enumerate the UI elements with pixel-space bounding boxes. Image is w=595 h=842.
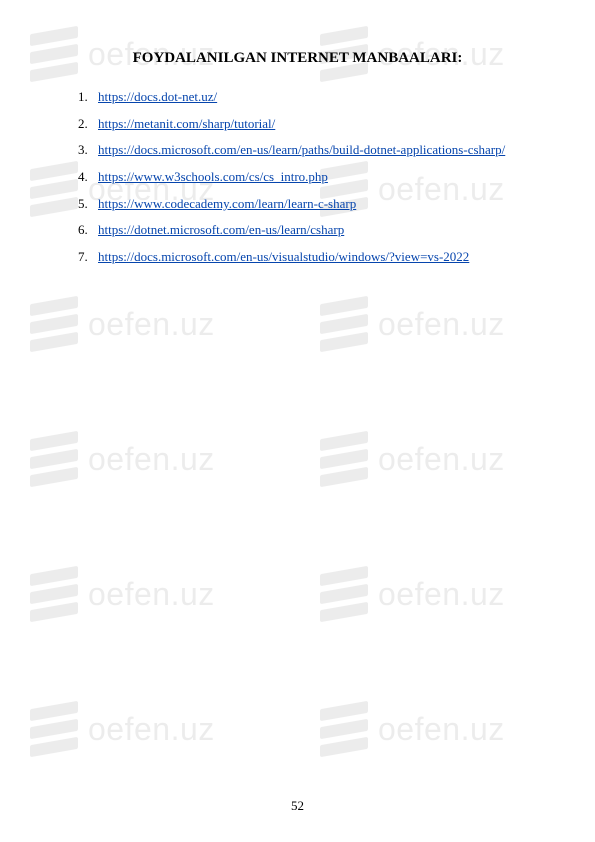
- reference-link[interactable]: https://www.w3schools.com/cs/cs_intro.ph…: [98, 165, 328, 190]
- stack-icon: [320, 300, 368, 348]
- watermark-text: oefen.uz: [378, 306, 505, 343]
- reference-link[interactable]: https://www.codecademy.com/learn/learn-c…: [98, 192, 356, 217]
- list-item: 2. https://metanit.com/sharp/tutorial/: [78, 112, 535, 137]
- stack-icon: [30, 300, 78, 348]
- list-item: 1. https://docs.dot-net.uz/: [78, 85, 535, 110]
- stack-icon: [320, 570, 368, 618]
- document-content: FOYDALANILGAN INTERNET MANBAALARI: 1. ht…: [0, 0, 595, 270]
- list-item: 5. https://www.codecademy.com/learn/lear…: [78, 192, 535, 217]
- list-item-number: 6.: [78, 218, 98, 243]
- watermark-text: oefen.uz: [88, 441, 215, 478]
- reference-link[interactable]: https://docs.microsoft.com/en-us/learn/p…: [98, 138, 505, 163]
- reference-link[interactable]: https://docs.dot-net.uz/: [98, 85, 217, 110]
- stack-icon: [30, 435, 78, 483]
- list-item: 4. https://www.w3schools.com/cs/cs_intro…: [78, 165, 535, 190]
- references-list: 1. https://docs.dot-net.uz/ 2. https://m…: [60, 85, 535, 270]
- page-number: 52: [0, 798, 595, 814]
- watermark-text: oefen.uz: [88, 306, 215, 343]
- list-item-number: 2.: [78, 112, 98, 137]
- watermark-text: oefen.uz: [88, 711, 215, 748]
- list-item-number: 3.: [78, 138, 98, 163]
- list-item-number: 4.: [78, 165, 98, 190]
- reference-link[interactable]: https://metanit.com/sharp/tutorial/: [98, 112, 275, 137]
- list-item-number: 7.: [78, 245, 98, 270]
- stack-icon: [30, 705, 78, 753]
- watermark-text: oefen.uz: [88, 576, 215, 613]
- list-item: 6. https://dotnet.microsoft.com/en-us/le…: [78, 218, 535, 243]
- stack-icon: [320, 435, 368, 483]
- watermark-text: oefen.uz: [378, 441, 505, 478]
- reference-link[interactable]: https://docs.microsoft.com/en-us/visuals…: [98, 245, 469, 270]
- page-title: FOYDALANILGAN INTERNET MANBAALARI:: [60, 50, 535, 67]
- list-item: 7. https://docs.microsoft.com/en-us/visu…: [78, 245, 535, 270]
- watermark-text: oefen.uz: [378, 576, 505, 613]
- stack-icon: [320, 705, 368, 753]
- list-item-number: 5.: [78, 192, 98, 217]
- watermark-text: oefen.uz: [378, 711, 505, 748]
- list-item: 3. https://docs.microsoft.com/en-us/lear…: [78, 138, 535, 163]
- reference-link[interactable]: https://dotnet.microsoft.com/en-us/learn…: [98, 218, 344, 243]
- list-item-number: 1.: [78, 85, 98, 110]
- stack-icon: [30, 570, 78, 618]
